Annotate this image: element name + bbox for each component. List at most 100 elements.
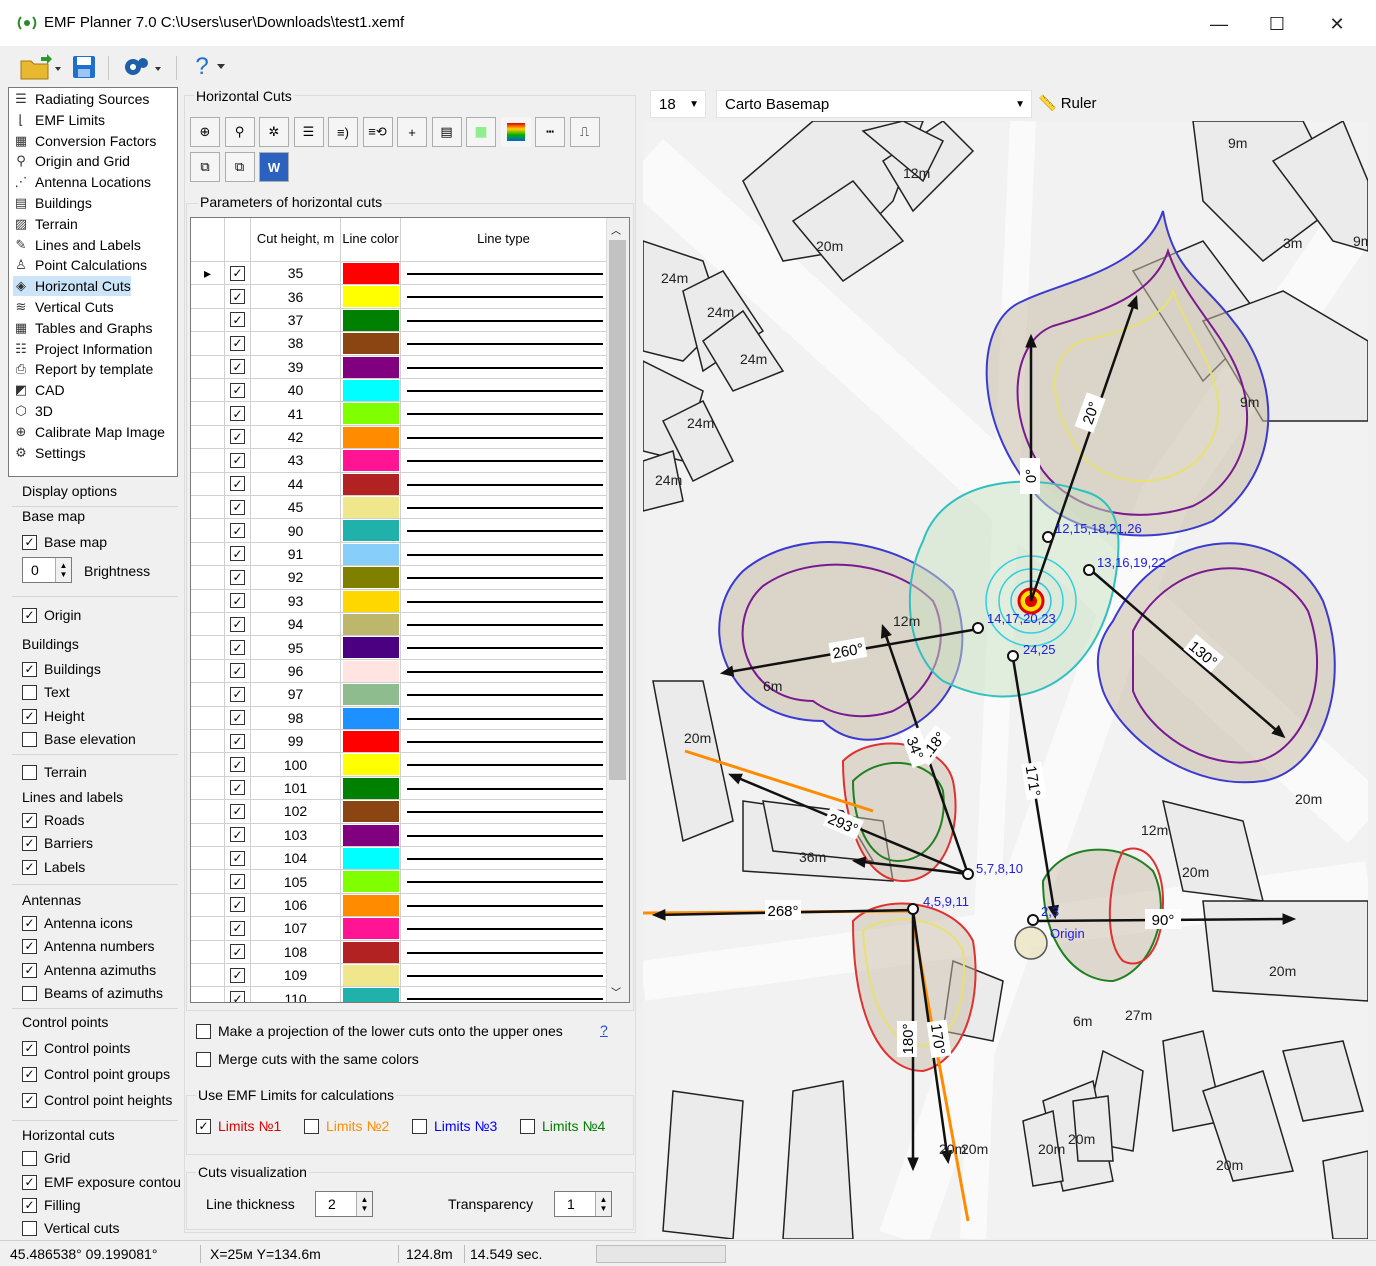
table-row[interactable]: ✓ 37 [191, 308, 607, 333]
cut-height-cell[interactable]: 110 [251, 987, 341, 1002]
cut-height-cell[interactable]: 42 [251, 425, 341, 449]
line-type-sample[interactable] [407, 553, 603, 556]
checkbox-checked[interactable]: ✓ [230, 850, 245, 866]
table-row[interactable]: ✓ 100 [191, 753, 607, 777]
cut-height-cell[interactable]: 95 [251, 636, 341, 659]
line-type-sample[interactable] [407, 951, 603, 954]
line-type-sample[interactable] [407, 460, 603, 463]
limit1-option[interactable]: ✓ Limits №1 [196, 1118, 281, 1134]
checkbox-checked[interactable]: ✓ [230, 406, 245, 422]
height-option[interactable]: ✓ Height [22, 708, 84, 724]
row-header[interactable] [191, 683, 225, 706]
limit3-option[interactable]: Limits №3 [412, 1118, 497, 1134]
cut-height-cell[interactable]: 105 [251, 870, 341, 893]
line-type-sample[interactable] [407, 858, 603, 860]
line-type-sample[interactable] [407, 483, 603, 486]
row-header[interactable] [191, 332, 225, 355]
nav-item[interactable]: ⎙ Report by template [13, 359, 154, 379]
nav-item[interactable]: ▦ Tables and Graphs [13, 318, 153, 338]
stepper-arrows[interactable]: ▲ ▼ [55, 558, 71, 582]
barriers-option[interactable]: ✓ Barriers [22, 835, 93, 851]
checkbox-checked[interactable]: ✓ [22, 962, 37, 978]
cut-height-cell[interactable]: 96 [251, 659, 341, 683]
cut-height-cell[interactable]: 103 [251, 823, 341, 846]
nav-item[interactable]: ⋰ Antenna Locations [13, 172, 151, 192]
layers-alt-icon[interactable]: ⧉ [224, 152, 255, 182]
cut-height-cell[interactable]: 99 [251, 730, 341, 753]
line-type-sample[interactable] [407, 296, 603, 299]
table-row[interactable]: ✓ 90 [191, 519, 607, 543]
save-icon[interactable] [70, 52, 98, 82]
column-header-type[interactable]: Line type [401, 218, 607, 262]
checkbox-unchecked[interactable] [22, 985, 37, 1001]
nav-item[interactable]: ▦ Conversion Factors [13, 131, 157, 151]
checkbox-checked[interactable]: ✓ [230, 874, 245, 890]
table-row[interactable]: ✓ 103 [191, 823, 607, 847]
table-row[interactable]: ✓ 41 [191, 402, 607, 426]
zoom-select[interactable]: 18 ▼ [650, 90, 706, 118]
cut-height-cell[interactable]: 98 [251, 706, 341, 729]
table-row[interactable]: ✓ 94 [191, 613, 607, 637]
line-thickness-stepper[interactable]: 2 ▲ ▼ [315, 1191, 373, 1217]
table-row[interactable]: ✓ 104 [191, 847, 607, 871]
checkbox-checked[interactable]: ✓ [230, 944, 245, 960]
list-icon[interactable]: ☰ [293, 117, 324, 147]
checkbox-checked[interactable]: ✓ [230, 289, 245, 305]
nav-item[interactable]: ≋ Vertical Cuts [13, 297, 114, 317]
table-row[interactable]: ✓ 105 [191, 870, 607, 894]
row-header[interactable] [191, 589, 225, 612]
terrain-option[interactable]: Terrain [22, 764, 87, 780]
checkbox-unchecked[interactable] [22, 1220, 37, 1236]
row-header[interactable] [191, 964, 225, 987]
line-type-sample[interactable] [407, 694, 603, 697]
checkbox-unchecked[interactable] [22, 684, 37, 700]
checkbox-checked[interactable]: ✓ [230, 335, 245, 351]
open-folder-icon[interactable] [18, 52, 64, 82]
cut-height-cell[interactable]: 91 [251, 542, 341, 566]
table-row[interactable]: ✓ 109 [191, 964, 607, 988]
buildings-option[interactable]: ✓ Buildings [22, 661, 101, 677]
table-row[interactable]: ✓ 44 [191, 472, 607, 496]
checkbox-checked[interactable]: ✓ [22, 534, 37, 550]
basemap-select[interactable]: Carto Basemap ▼ [716, 90, 1032, 118]
cut-height-cell[interactable]: 40 [251, 379, 341, 402]
line-type-sample[interactable] [407, 413, 603, 416]
limit4-option[interactable]: Limits №4 [520, 1118, 605, 1134]
line-type-sample[interactable] [407, 975, 603, 977]
nav-item[interactable]: ✎ Lines and Labels [13, 235, 141, 255]
table-row[interactable]: ✓ 107 [191, 917, 607, 941]
row-header[interactable] [191, 753, 225, 776]
line-type-sample[interactable] [407, 787, 603, 790]
checkbox-unchecked[interactable] [412, 1118, 427, 1134]
row-header[interactable] [191, 355, 225, 378]
cut-height-cell[interactable]: 36 [251, 285, 341, 308]
checkbox-checked[interactable]: ✓ [230, 382, 245, 398]
table-row[interactable]: ✓ 110 [191, 987, 607, 1002]
nav-item[interactable]: ◈ Horizontal Cuts [13, 276, 131, 297]
table-row[interactable]: ✓ 91 [191, 542, 607, 567]
column-header-color[interactable]: Line color [341, 218, 401, 262]
table-row[interactable]: ✓ 92 [191, 566, 607, 590]
row-header[interactable] [191, 800, 225, 823]
row-header[interactable] [191, 449, 225, 472]
dash-icon[interactable]: ┅ [535, 117, 565, 147]
row-header[interactable] [191, 402, 225, 425]
antenna-numbers-option[interactable]: ✓ Antenna numbers [22, 938, 155, 954]
checkbox-checked[interactable]: ✓ [22, 915, 37, 931]
column-header-height[interactable]: Cut height, m [251, 218, 341, 262]
line-type-sample[interactable] [407, 319, 603, 322]
base-map-option[interactable]: ✓ Base map [22, 534, 107, 550]
checkbox-checked[interactable]: ✓ [230, 710, 245, 726]
row-header[interactable] [191, 823, 225, 846]
pin-icon[interactable]: ⚲ [224, 117, 255, 147]
checkbox-checked[interactable]: ✓ [230, 803, 245, 819]
antenna-icons-option[interactable]: ✓ Antenna icons [22, 915, 133, 931]
checkbox-checked[interactable]: ✓ [230, 920, 245, 936]
line-type-sample[interactable] [407, 717, 603, 720]
row-header[interactable] [191, 987, 225, 1002]
row-header[interactable] [191, 636, 225, 659]
row-header[interactable] [191, 893, 225, 917]
bars-icon[interactable]: ▤ [431, 117, 462, 147]
cut-height-cell[interactable]: 100 [251, 753, 341, 776]
checkbox-checked[interactable]: ✓ [22, 1066, 37, 1082]
